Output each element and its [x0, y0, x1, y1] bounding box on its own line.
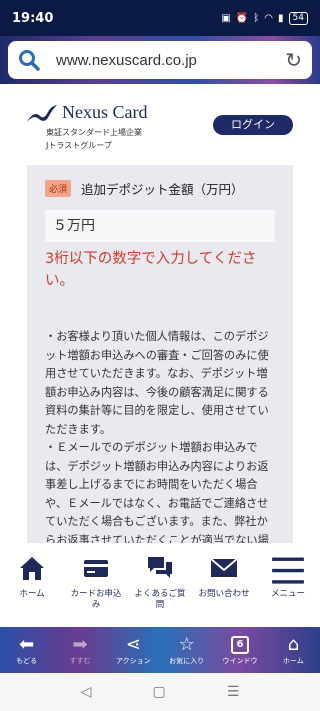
back-button[interactable]: ⬅ もどる [0, 627, 53, 673]
action-button[interactable]: ⋖ アクション [107, 627, 160, 673]
note-paragraph: ・Ｅメールでのデポジット増額お申込みでは、デポジット増額お申込み内容によりお返事… [45, 441, 269, 543]
browser-home-icon: ⌂ [287, 634, 300, 655]
nav-item-contact[interactable]: お問い合わせ [192, 553, 256, 627]
status-icons: ▣ ⏰ ᛒ ◠ ▮ 54 [221, 11, 308, 25]
deposit-form: 必須 追加デポジット金額（万円） ５万円 3桁以下の数字で入力してください。 ・… [27, 165, 293, 543]
nfc-icon: ▣ [221, 12, 231, 24]
search-icon[interactable] [18, 49, 40, 71]
field-header: 必須 追加デポジット金額（万円） [45, 179, 275, 198]
star-icon: ☆ [178, 634, 195, 655]
error-message: 3桁以下の数字で入力してください。 [45, 251, 257, 289]
home-square-icon[interactable]: ▢ [152, 684, 165, 700]
forward-button[interactable]: ➡ すすむ [53, 627, 106, 673]
note-paragraph: ・お客様より頂いた個人情報は、このデポジット増額お申込みへの審査・ご回答のみに使… [45, 330, 269, 436]
back-triangle-icon[interactable]: ◁ [81, 684, 92, 700]
share-icon: ⋖ [125, 634, 141, 655]
status-bar: 19:40 ▣ ⏰ ᛒ ◠ ▮ 54 [0, 0, 320, 36]
credit-card-icon [84, 560, 108, 577]
bluetooth-icon: ᛒ [253, 12, 260, 24]
tabs-icon: 6 [230, 636, 249, 654]
site-header: Nexus Card 東証スタンダード上場企業 Jトラストグループ ログイン [0, 84, 320, 156]
nav-label: メニュー [270, 589, 305, 599]
required-badge: 必須 [45, 180, 72, 197]
forward-arrow-icon: ➡ [72, 634, 88, 655]
toolbar-label: ホーム [282, 657, 304, 665]
nav-label: ホーム [19, 589, 45, 599]
menu-icon [272, 557, 304, 584]
nav-label: お問い合わせ [198, 589, 250, 599]
android-nav-bar: ◁ ▢ ☰ [0, 673, 320, 711]
toolbar-label: もどる [16, 657, 38, 665]
toolbar-label: お気に入り [169, 657, 205, 665]
signal-icon: ▮ [278, 12, 284, 24]
wifi-icon: ◠ [264, 12, 274, 24]
favorites-button[interactable]: ☆ お気に入り [160, 627, 213, 673]
nav-item-home[interactable]: ホーム [0, 553, 64, 627]
deposit-amount-input[interactable]: ５万円 [45, 210, 275, 242]
nav-item-card-apply[interactable]: カードお申込み [64, 553, 128, 627]
reload-icon[interactable]: ↻ [285, 48, 302, 72]
window-button[interactable]: 6 ウインドウ [213, 627, 266, 673]
toolbar-label: アクション [115, 657, 151, 665]
alarm-icon: ⏰ [235, 12, 249, 24]
site-bottom-nav: ホーム カードお申込み よくあるご質問 お問い合わせ メニュー [0, 543, 320, 627]
field-label: 追加デポジット金額（万円） [81, 182, 244, 197]
battery-icon: 54 [288, 11, 308, 25]
back-arrow-icon: ⬅ [19, 634, 35, 655]
url-field[interactable]: www.nexuscard.co.jp ↻ [8, 41, 312, 79]
browser-home-button[interactable]: ⌂ ホーム [267, 627, 320, 673]
login-button[interactable]: ログイン [213, 115, 293, 135]
privacy-notes: ・お客様より頂いた個人情報は、このデポジット増額お申込みへの審査・ご回答のみに使… [45, 328, 275, 543]
url-text[interactable]: www.nexuscard.co.jp [56, 52, 285, 69]
nav-label: カードお申込み [70, 589, 122, 610]
mail-icon [210, 558, 238, 577]
recents-icon[interactable]: ☰ [227, 684, 240, 700]
browser-address-bar: www.nexuscard.co.jp ↻ [0, 36, 320, 84]
toolbar-label: すすむ [69, 657, 91, 665]
toolbar-label: ウインドウ [222, 657, 258, 665]
logo-mark-icon [27, 105, 57, 122]
home-icon [20, 557, 44, 580]
browser-toolbar: ⬅ もどる ➡ すすむ ⋖ アクション ☆ お気に入り 6 ウインドウ ⌂ ホー… [0, 627, 320, 673]
nav-item-faq[interactable]: よくあるご質問 [128, 553, 192, 627]
logo-subtitle-2: Jトラストグループ [46, 141, 112, 150]
chat-icon [148, 557, 172, 578]
nav-label: よくあるご質問 [134, 589, 186, 610]
nav-item-menu[interactable]: メニュー [256, 553, 320, 627]
status-time: 19:40 [12, 10, 54, 26]
logo-name: Nexus Card [62, 102, 148, 122]
